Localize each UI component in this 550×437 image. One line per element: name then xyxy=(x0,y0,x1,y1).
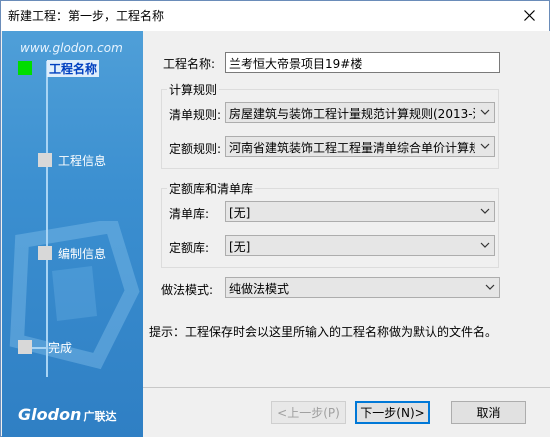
wizard-content: 工程名称: 兰考恒大帝景项目19#楼 计算规则 清单规则: 房屋建筑与装饰工程计… xyxy=(143,31,550,437)
quota-rule-label: 定额规则: xyxy=(169,142,222,156)
step-finish: 完成 xyxy=(48,341,73,355)
bill-rule-label: 清单规则: xyxy=(169,108,222,122)
brand-logo: Glodon 广联达 xyxy=(18,405,116,424)
method-mode-select[interactable]: 纯做法模式 xyxy=(225,277,500,298)
bill-library-label: 清单库: xyxy=(169,207,210,221)
close-icon xyxy=(523,9,535,21)
quota-library-value: [无] xyxy=(229,240,251,254)
step-marker-project-info xyxy=(38,153,52,167)
step-track xyxy=(46,61,48,377)
chevron-down-icon xyxy=(485,284,495,290)
bill-library-value: [无] xyxy=(229,206,251,220)
close-button[interactable] xyxy=(516,3,542,27)
library-group-title: 定额库和清单库 xyxy=(167,180,256,197)
quota-rule-select[interactable]: 河南省建筑装饰工程工程量清单综合单价计算规则 xyxy=(225,136,495,157)
library-group xyxy=(161,188,499,268)
chevron-down-icon xyxy=(480,143,490,149)
chevron-down-icon xyxy=(480,242,490,248)
website-text: www.glodon.com xyxy=(20,41,123,55)
calc-rules-group xyxy=(161,89,499,169)
step-compile-info: 编制信息 xyxy=(58,247,107,261)
title-bar: 新建工程：第一步，工程名称 xyxy=(1,1,549,31)
project-name-label: 工程名称: xyxy=(163,57,216,71)
bill-rule-value: 房屋建筑与装饰工程计量规范计算规则(2013-河南) xyxy=(229,107,475,121)
hint-text: 提示：工程保存时会以这里所输入的工程名称做为默认的文件名。 xyxy=(149,325,498,339)
method-mode-label: 做法模式: xyxy=(161,283,214,297)
method-mode-value: 纯做法模式 xyxy=(229,282,290,296)
step-project-name: 工程名称 xyxy=(47,60,100,77)
logo-text: Glodon xyxy=(18,405,82,424)
step-project-info: 工程信息 xyxy=(58,154,107,168)
wizard-sidebar: www.glodon.com 工程名称 工程信息 编制信息 完成 Glodon 广… xyxy=(2,31,143,437)
quota-rule-value: 河南省建筑装饰工程工程量清单综合单价计算规则 xyxy=(229,141,475,155)
cancel-button[interactable]: 取消 xyxy=(451,401,526,424)
step-marker-compile-info xyxy=(38,246,52,260)
logo-cn-text: 广联达 xyxy=(83,410,117,423)
chevron-down-icon xyxy=(480,208,490,214)
project-name-input[interactable]: 兰考恒大帝景项目19#楼 xyxy=(225,52,500,73)
step-marker-finish xyxy=(18,340,32,354)
bill-rule-select[interactable]: 房屋建筑与装饰工程计量规范计算规则(2013-河南) xyxy=(225,102,495,123)
prev-button[interactable]: <上一步(P) xyxy=(271,401,346,424)
window-title: 新建工程：第一步，工程名称 xyxy=(8,9,165,23)
step-marker-project-name xyxy=(18,61,32,75)
calc-rules-group-title: 计算规则 xyxy=(167,81,220,98)
quota-library-select[interactable]: [无] xyxy=(225,235,495,256)
new-project-wizard: 新建工程：第一步，工程名称 www.glodon.com 工程名称 工程信息 编… xyxy=(0,0,550,437)
bill-library-select[interactable]: [无] xyxy=(225,201,495,222)
footer-divider xyxy=(143,387,550,388)
next-button[interactable]: 下一步(N)> xyxy=(355,401,430,424)
chevron-down-icon xyxy=(480,109,490,115)
quota-library-label: 定额库: xyxy=(169,241,210,255)
